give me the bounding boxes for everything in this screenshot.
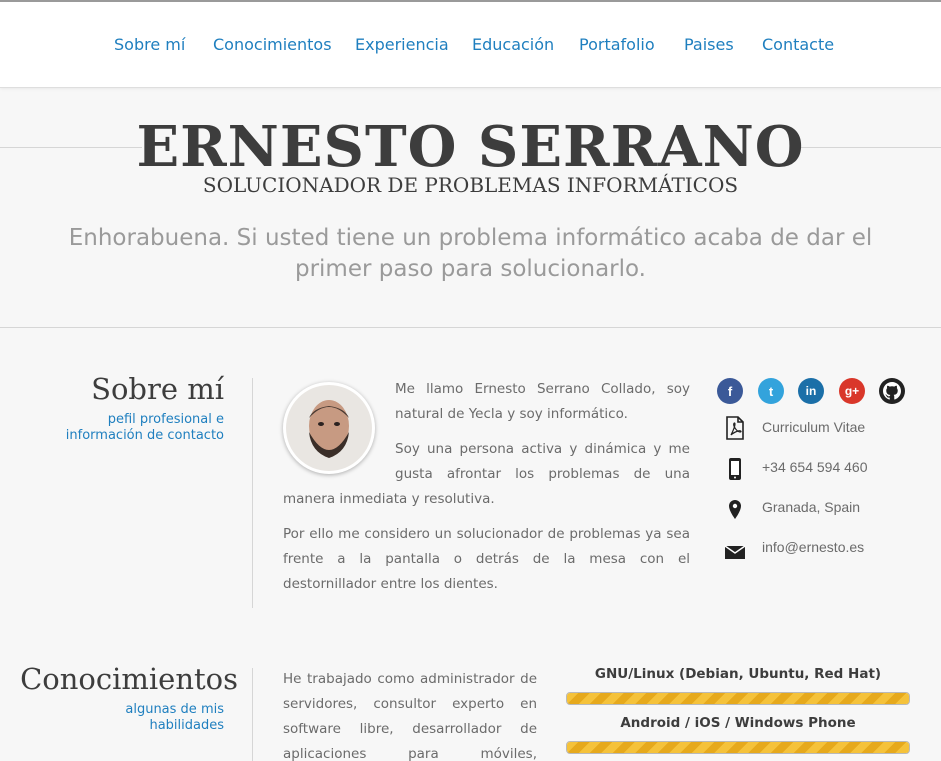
about-paragraph-3: Por ello me considero un solucionador de… [283,526,690,592]
location-text: Granada, Spain [762,499,861,515]
about-paragraph-2: Soy una persona activa y dinámica y me g… [283,437,690,513]
nav-item-educacion[interactable]: Educación [472,35,554,54]
phone-icon [729,458,741,480]
about-vertical-divider [252,378,253,608]
google-plus-icon[interactable]: g+ [839,378,865,404]
email-icon [724,545,746,559]
skill-label-linux: GNU/Linux (Debian, Ubuntu, Red Hat) [594,666,882,682]
lead-text: Enhorabuena. Si usted tiene un problema … [68,225,873,282]
about-subtitle-2: información de contacto [65,428,224,443]
section-divider [0,327,941,328]
skill-bar-fill [567,742,909,753]
nav-item-paises[interactable]: Paises [684,35,734,54]
email-link[interactable]: info@ernesto.es [762,539,864,555]
skills-subtitle-1: algunas de mis [125,702,224,717]
top-navbar: Sobre mí Conocimientos Experiencia Educa… [0,0,941,88]
skills-paragraph: He trabajado como administrador de servi… [283,671,537,761]
skills-title: Conocimientos [20,662,238,696]
phone-number: +34 654 594 460 [762,459,868,475]
about-title: Sobre mí [91,372,224,406]
nav-item-experiencia[interactable]: Experiencia [355,35,449,54]
nav-item-contacte[interactable]: Contacte [762,35,834,54]
facebook-icon[interactable]: f [717,378,743,404]
nav-item-sobre-mi[interactable]: Sobre mí [114,35,185,54]
skill-bar-fill [567,693,909,704]
location-pin-icon [729,500,741,519]
github-icon[interactable] [879,378,905,404]
page-subtitle: SOLUCIONADOR DE PROBLEMAS INFORMÁTICOS [202,173,739,197]
about-subtitle-1: pefil profesional e [107,412,224,427]
nav-item-portafolio[interactable]: Portafolio [579,35,655,54]
skills-subtitle-2: habilidades [149,718,224,733]
linkedin-icon[interactable]: in [798,378,824,404]
skill-label-mobile: Android / iOS / Windows Phone [620,715,856,731]
pdf-file-icon [726,416,744,440]
cv-link[interactable]: Curriculum Vitae [762,419,865,435]
twitter-icon[interactable]: t [758,378,784,404]
skills-vertical-divider [252,668,253,761]
skill-bar-linux [566,692,910,705]
about-paragraph-1: Me llamo Ernesto Serrano Collado, soy na… [395,381,690,422]
nav-item-conocimientos[interactable]: Conocimientos [213,35,332,54]
skill-bar-mobile [566,741,910,754]
